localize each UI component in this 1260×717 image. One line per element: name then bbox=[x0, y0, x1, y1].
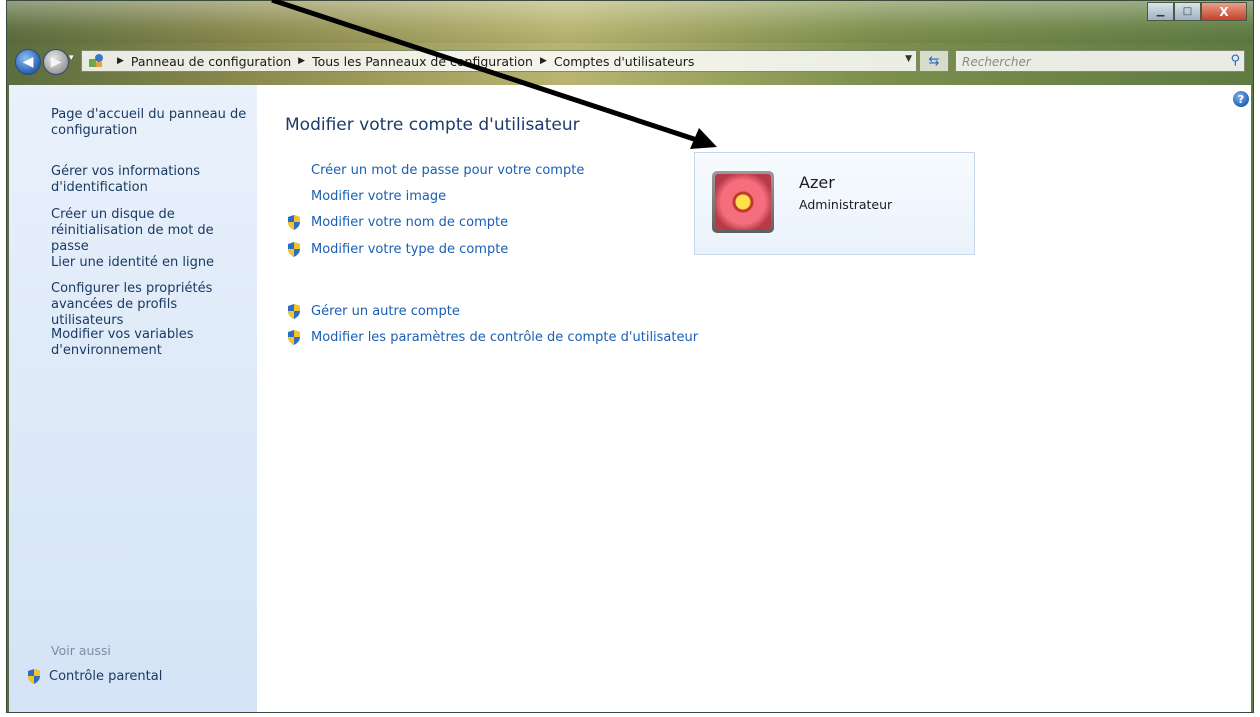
search-box: ⚲ bbox=[955, 50, 1245, 72]
link-create-password[interactable]: Créer un mot de passe pour votre compte bbox=[311, 163, 584, 178]
parental-control-label[interactable]: Contrôle parental bbox=[49, 669, 162, 684]
link-change-account-type[interactable]: Modifier votre type de compte bbox=[287, 242, 508, 257]
link-environment-variables[interactable]: Modifier vos variables d'environnement bbox=[51, 327, 251, 359]
link-change-picture[interactable]: Modifier votre image bbox=[311, 189, 446, 204]
breadcrumb-separator: ▶ bbox=[117, 56, 124, 66]
navigation-bar: ◀ ▶ ▾ ▶ Panneau de configuration ▶ Tous … bbox=[7, 45, 1253, 79]
window: ▁ □ X ◀ ▶ ▾ ▶ Panneau de configuration ▶… bbox=[6, 0, 1254, 713]
close-button[interactable]: X bbox=[1201, 2, 1247, 21]
uac-shield-icon bbox=[288, 215, 300, 230]
account-name: Azer bbox=[799, 173, 835, 192]
account-card: Azer Administrateur bbox=[694, 152, 975, 255]
window-controls: ▁ □ X bbox=[1147, 2, 1247, 21]
page-title: Modifier votre compte d'utilisateur bbox=[285, 115, 580, 135]
link-uac-settings[interactable]: Modifier les paramètres de contrôle de c… bbox=[287, 330, 698, 345]
link-parental-control[interactable]: Contrôle parental bbox=[27, 669, 162, 684]
maximize-button[interactable]: □ bbox=[1174, 2, 1201, 21]
account-type: Administrateur bbox=[799, 197, 893, 212]
recent-pages-dropdown[interactable]: ▾ bbox=[69, 53, 79, 69]
forward-arrow-icon[interactable]: ▶ bbox=[43, 49, 69, 75]
address-bar[interactable]: ▶ Panneau de configuration ▶ Tous les Pa… bbox=[81, 50, 917, 72]
link-password-reset-disk[interactable]: Créer un disque de réinitialisation de m… bbox=[51, 207, 251, 255]
manage-another-account-label[interactable]: Gérer un autre compte bbox=[311, 304, 460, 319]
breadcrumb-separator[interactable]: ▶ bbox=[298, 56, 305, 66]
uac-shield-icon bbox=[288, 242, 300, 257]
link-change-account-name[interactable]: Modifier votre nom de compte bbox=[287, 215, 508, 230]
uac-shield-icon bbox=[28, 669, 40, 684]
account-picture[interactable] bbox=[712, 171, 774, 233]
breadcrumb-separator[interactable]: ▶ bbox=[540, 56, 547, 66]
breadcrumb-panneau[interactable]: Panneau de configuration bbox=[131, 54, 291, 69]
back-arrow-icon[interactable]: ◀ bbox=[15, 49, 41, 75]
link-advanced-profiles[interactable]: Configurer les propriétés avancées de pr… bbox=[51, 281, 251, 329]
uac-shield-icon bbox=[288, 330, 300, 345]
breadcrumb-comptes[interactable]: Comptes d'utilisateurs bbox=[554, 54, 695, 69]
link-control-panel-home[interactable]: Page d'accueil du panneau de configurati… bbox=[51, 107, 251, 139]
search-icon[interactable]: ⚲ bbox=[1230, 53, 1240, 68]
left-pane: Page d'accueil du panneau de configurati… bbox=[9, 85, 257, 712]
minimize-button[interactable]: ▁ bbox=[1147, 2, 1174, 21]
link-manage-credentials[interactable]: Gérer vos informations d'identification bbox=[51, 164, 251, 196]
change-account-type-label[interactable]: Modifier votre type de compte bbox=[311, 242, 508, 257]
link-online-identity[interactable]: Lier une identité en ligne bbox=[51, 255, 251, 271]
address-dropdown-icon[interactable]: ▼ bbox=[905, 54, 912, 64]
breadcrumb-tous-panneaux[interactable]: Tous les Panneaux de configuration bbox=[312, 54, 533, 69]
change-account-name-label[interactable]: Modifier votre nom de compte bbox=[311, 215, 508, 230]
content-area: Page d'accueil du panneau de configurati… bbox=[9, 85, 1251, 712]
see-also-label: Voir aussi bbox=[51, 643, 111, 658]
search-input[interactable] bbox=[960, 52, 1214, 72]
title-bar[interactable] bbox=[7, 1, 1253, 43]
link-manage-another-account[interactable]: Gérer un autre compte bbox=[287, 304, 460, 319]
control-panel-icon bbox=[88, 53, 104, 69]
uac-shield-icon bbox=[288, 304, 300, 319]
flower-image bbox=[715, 174, 771, 230]
refresh-icon[interactable]: ⇆ bbox=[919, 50, 949, 72]
help-icon[interactable]: ? bbox=[1233, 91, 1249, 107]
uac-settings-label[interactable]: Modifier les paramètres de contrôle de c… bbox=[311, 330, 698, 345]
